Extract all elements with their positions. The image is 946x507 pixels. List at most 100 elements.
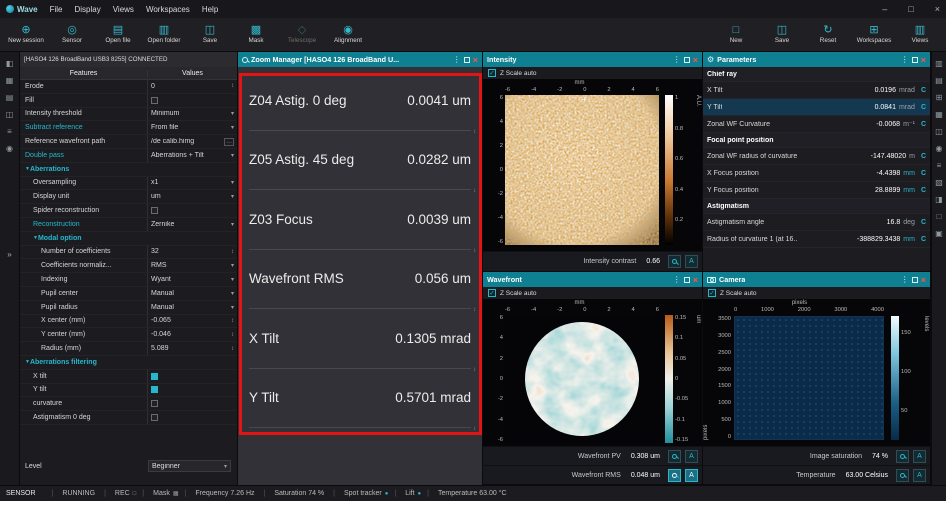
feature-value[interactable]: x1 <box>151 179 228 186</box>
c-action-button[interactable]: C <box>921 121 926 128</box>
parameters-header[interactable]: ⚙ Parameters ⋮ × <box>703 52 930 67</box>
feature-value[interactable]: Manual <box>151 304 228 311</box>
control-icon[interactable] <box>231 262 234 269</box>
panel-menu-icon[interactable]: ⋮ <box>673 275 681 284</box>
c-action-button[interactable]: C <box>921 219 926 226</box>
dock-icon[interactable]: ▦ <box>6 77 14 85</box>
panel-menu-icon[interactable]: ⋮ <box>453 55 461 64</box>
control-icon[interactable] <box>231 124 234 131</box>
dock-icon[interactable]: ▤ <box>6 94 14 102</box>
feature-value[interactable]: Aberrations + Tilt <box>151 152 228 159</box>
control-icon[interactable] <box>231 83 234 89</box>
menu-item[interactable]: File <box>50 5 63 14</box>
feature-row[interactable]: Indexing Wyant <box>20 273 237 287</box>
checkbox[interactable] <box>151 207 158 214</box>
wavefront-header[interactable]: Wavefront ⋮ × <box>483 272 702 287</box>
feature-value[interactable]: Minimum <box>151 110 228 117</box>
control-icon[interactable] <box>231 221 234 228</box>
feature-value[interactable]: RMS <box>151 262 228 269</box>
minimize-button[interactable]: – <box>882 4 887 14</box>
zoom-row[interactable]: Wavefront RMS 0.056 um <box>249 250 471 310</box>
save-button[interactable]: ◫ Save <box>187 18 233 51</box>
zoom-row[interactable]: Y Tilt 0.5701 mrad <box>249 369 471 429</box>
parameter-row[interactable]: Radius of curvature 1 (at 16.. -388829.3… <box>703 231 930 248</box>
c-action-button[interactable]: C <box>921 104 926 111</box>
c-action-button[interactable]: C <box>921 153 926 160</box>
autoscale-button[interactable]: A <box>685 450 698 463</box>
dock-icon[interactable]: ◉ <box>936 145 943 153</box>
parameter-row[interactable]: X Tilt 0.0196 mrad C <box>703 82 930 99</box>
autoscale-button[interactable]: A <box>913 450 926 463</box>
checkbox[interactable] <box>151 414 158 421</box>
feature-value[interactable]: From file <box>151 124 228 131</box>
feature-row[interactable]: X center (mm) -0.065 <box>20 315 237 329</box>
feature-row[interactable]: Aberrations <box>20 163 237 177</box>
zoom-row[interactable]: Z05 Astig. 45 deg 0.0282 um <box>249 131 471 191</box>
control-icon[interactable] <box>224 138 234 146</box>
control-icon[interactable] <box>231 152 234 159</box>
feature-row[interactable]: Reconstruction Zernike <box>20 218 237 232</box>
zoom-manager-header[interactable]: Zoom Manager [HASO4 126 BroadBand U... ⋮… <box>238 52 482 67</box>
parameter-row[interactable]: Y Focus position 28.8899 mm C <box>703 182 930 199</box>
dock-icon[interactable]: ◨ <box>935 196 943 204</box>
undock-icon[interactable] <box>912 57 918 63</box>
panel-menu-icon[interactable]: ⋮ <box>673 55 681 64</box>
level-select[interactable]: Beginner <box>148 460 231 472</box>
feature-value[interactable]: /de calib.himg <box>151 138 221 145</box>
dock-icon[interactable]: ◫ <box>935 128 943 136</box>
undock-icon[interactable] <box>684 57 690 63</box>
open-folder-button[interactable]: ▥ Open folder <box>141 18 187 51</box>
control-icon[interactable] <box>231 276 234 283</box>
feature-row[interactable]: Fill <box>20 94 237 108</box>
parameter-row[interactable]: Zonal WF Curvature -0.0068 m⁻¹ C <box>703 116 930 133</box>
control-icon[interactable] <box>231 249 234 255</box>
feature-value[interactable]: -0.046 <box>151 331 228 338</box>
feature-row[interactable]: Oversampling x1 <box>20 177 237 191</box>
dock-icon[interactable]: ◧ <box>6 60 14 68</box>
camera-header[interactable]: Camera ⋮ × <box>703 272 930 287</box>
expand-dock-icon[interactable]: » <box>7 250 11 259</box>
feature-row[interactable]: Display unit um <box>20 190 237 204</box>
dock-icon[interactable]: ▥ <box>935 60 943 68</box>
undock-icon[interactable] <box>464 57 470 63</box>
feature-row[interactable]: Astigmatism 0 deg <box>20 411 237 425</box>
dock-icon[interactable]: ◉ <box>6 145 13 153</box>
feature-value[interactable]: 32 <box>151 248 228 255</box>
panel-menu-icon[interactable]: ⋮ <box>901 55 909 64</box>
panel-close-icon[interactable]: × <box>473 55 478 65</box>
feature-row[interactable]: Intensity threshold Minimum <box>20 108 237 122</box>
dock-icon[interactable]: ▣ <box>935 230 943 238</box>
control-icon[interactable] <box>231 346 234 352</box>
autoscale-button[interactable]: A <box>685 469 698 482</box>
feature-value[interactable]: -0.065 <box>151 317 228 324</box>
zscale-checkbox[interactable]: ✓ <box>488 289 496 297</box>
views-button[interactable]: ▥ Views <box>897 18 943 51</box>
alignment-button[interactable]: ◉ Alignment <box>325 18 371 51</box>
autoscale-button[interactable]: A <box>913 469 926 482</box>
panel-close-icon[interactable]: × <box>693 55 698 65</box>
feature-value[interactable]: um <box>151 193 228 200</box>
dock-icon[interactable]: ≡ <box>7 128 12 136</box>
dock-icon[interactable]: □ <box>937 213 942 221</box>
feature-value[interactable]: Wyant <box>151 276 228 283</box>
undock-icon[interactable] <box>684 277 690 283</box>
feature-value[interactable]: Manual <box>151 290 228 297</box>
zoom-row[interactable]: Z04 Astig. 0 deg 0.0041 um <box>249 71 471 131</box>
parameter-row[interactable]: Y Tilt 0.0841 mrad C <box>703 99 930 116</box>
parameter-row[interactable]: Chief ray C <box>703 67 930 82</box>
checkbox[interactable] <box>151 97 158 104</box>
control-icon[interactable] <box>231 110 234 117</box>
zoom-button[interactable] <box>896 450 909 463</box>
zscale-checkbox[interactable]: ✓ <box>708 289 716 297</box>
c-action-button[interactable]: C <box>921 236 926 243</box>
parameter-row[interactable]: Zonal WF radius of curvature -147.48020 … <box>703 148 930 165</box>
checkbox[interactable] <box>151 386 158 393</box>
maximize-button[interactable]: □ <box>908 4 913 14</box>
control-icon[interactable] <box>231 179 234 186</box>
feature-row[interactable]: Modal option <box>20 232 237 246</box>
feature-value[interactable]: 5.089 <box>151 345 228 352</box>
camera-plot[interactable]: pixels pixels 01000200030004000 35003000… <box>703 299 930 446</box>
intensity-plot[interactable]: mm -6-4-20246 6420-2-4-6 <box>483 79 702 251</box>
zoom-button[interactable] <box>668 255 681 268</box>
feature-row[interactable]: Coefficients normaliz... RMS <box>20 259 237 273</box>
